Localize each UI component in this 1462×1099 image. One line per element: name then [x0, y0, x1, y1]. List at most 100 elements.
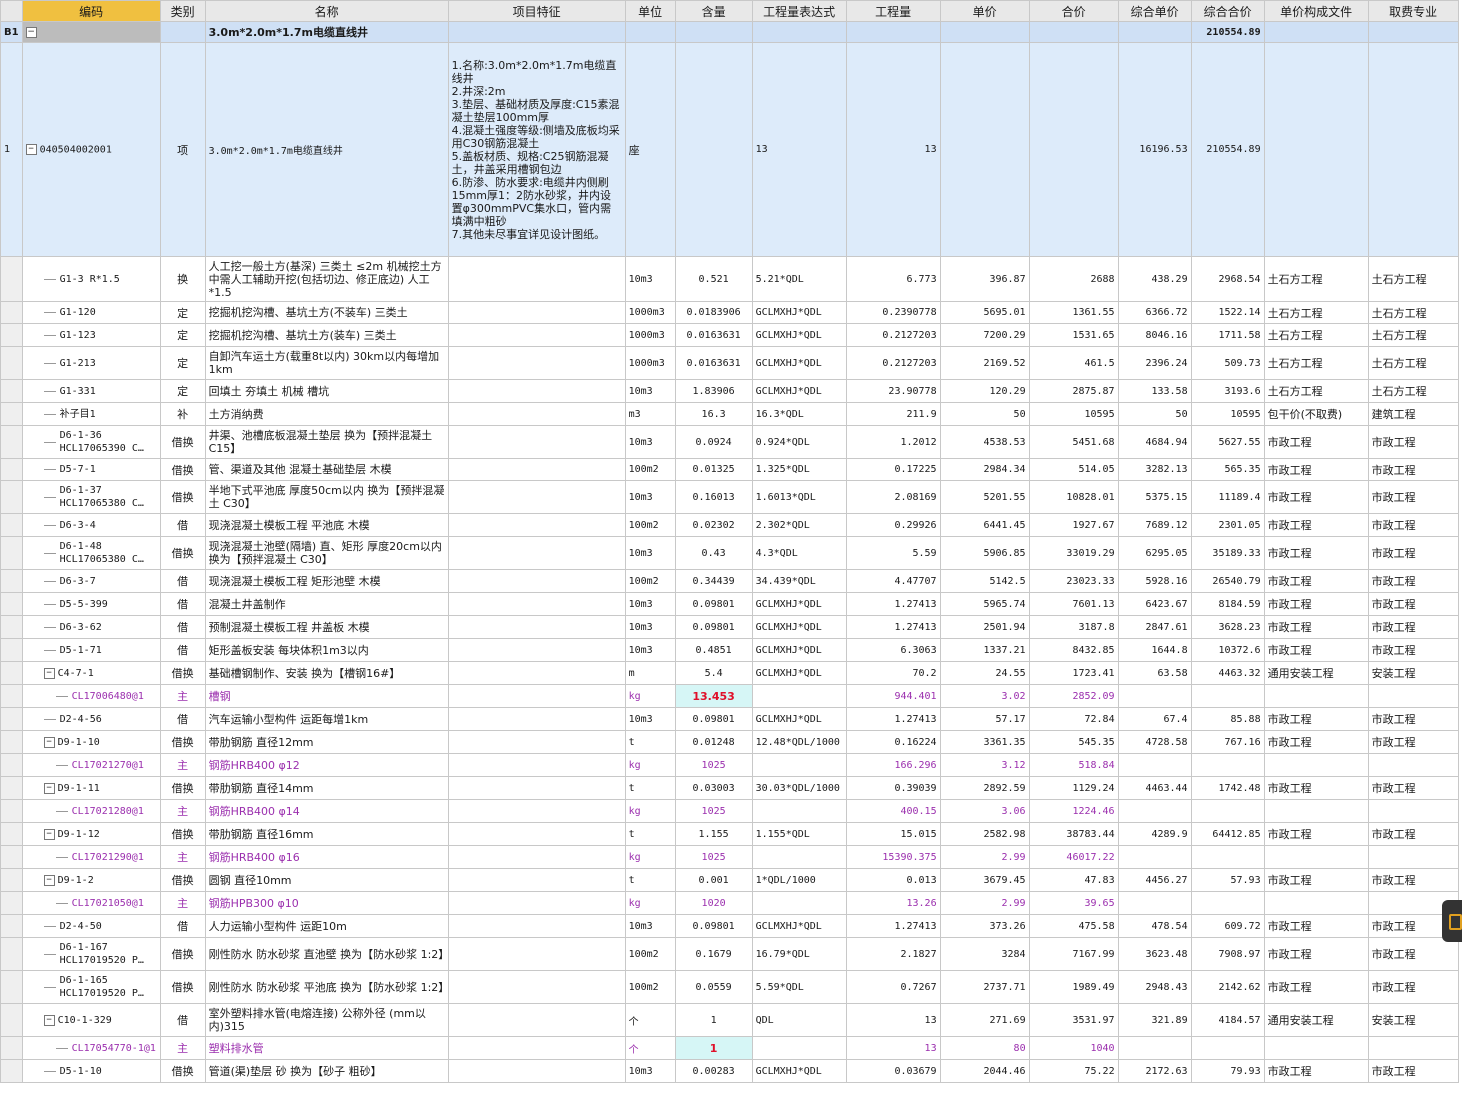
fee-cell[interactable]	[1367, 684, 1459, 708]
code-cell[interactable]: CL17054770-1@1	[21, 1036, 161, 1060]
collapse-toggle-icon[interactable]: −	[43, 1014, 55, 1026]
feature-cell[interactable]	[447, 1059, 626, 1083]
name-cell[interactable]: 挖掘机挖沟槽、基坑土方(不装车) 三类土	[204, 301, 449, 324]
file-cell[interactable]: 市政工程	[1263, 615, 1369, 639]
code-cell[interactable]: − C4-7-1	[21, 661, 161, 685]
unit-cell[interactable]: 10m3	[624, 615, 676, 639]
file-cell[interactable]: 市政工程	[1263, 480, 1369, 514]
feature-cell[interactable]	[447, 845, 626, 869]
name-cell[interactable]: 混凝土井盖制作	[204, 592, 449, 616]
file-cell[interactable]: 市政工程	[1263, 536, 1369, 570]
code-cell[interactable]: D6-3-7	[21, 569, 161, 593]
feature-cell[interactable]	[447, 753, 626, 777]
fee-cell[interactable]: 市政工程	[1367, 615, 1459, 639]
quota-row[interactable]: − D9-1-2 借换 圆钢 直径10mm t 0.001 1*QDL/1000 0.013 3…	[0, 868, 1459, 892]
quota-row[interactable]: D5-1-10 借换 管道(渠)垫层 砂 换为【砂子 粗砂】 10m3 0.00283 G…	[0, 1059, 1459, 1083]
file-cell[interactable]: 土石方工程	[1263, 256, 1369, 302]
file-cell[interactable]: 市政工程	[1263, 914, 1369, 938]
content-cell[interactable]: 1.83906	[674, 379, 753, 403]
expr-cell[interactable]: 5.21*QDL	[751, 256, 847, 302]
fee-cell[interactable]: 安装工程	[1367, 661, 1459, 685]
feature-cell[interactable]	[447, 256, 626, 302]
file-cell[interactable]: 市政工程	[1263, 970, 1369, 1004]
name-cell[interactable]: 现浇混凝土池壁(隔墙) 直、矩形 厚度20cm以内 换为【预拌混凝土 C30】	[204, 536, 449, 570]
unit-cell[interactable]: 10m3	[624, 707, 676, 731]
code-cell[interactable]: 补子目1	[21, 402, 161, 426]
name-cell[interactable]: 室外塑料排水管(电熔连接) 公称外径 (mm以内)315	[204, 1003, 449, 1037]
file-cell[interactable]: 市政工程	[1263, 458, 1369, 481]
name-cell[interactable]: 钢筋HRB400 φ12	[204, 753, 449, 777]
collapse-toggle-icon[interactable]: −	[25, 143, 37, 155]
name-cell[interactable]: 人工挖一般土方(基深) 三类土 ≤2m 机械挖土方中需人工辅助开挖(包括切边、修…	[204, 256, 449, 302]
item-name[interactable]: 3.0m*2.0m*1.7m电缆直线井	[204, 42, 449, 257]
content-cell[interactable]: 5.4	[674, 661, 753, 685]
content-cell[interactable]: 0.001	[674, 868, 753, 892]
expr-cell[interactable]: 0.924*QDL	[751, 425, 847, 459]
file-cell[interactable]: 市政工程	[1263, 1059, 1369, 1083]
code-cell[interactable]: − C10-1-329	[21, 1003, 161, 1037]
expr-cell[interactable]: GCLMXHJ*QDL	[751, 707, 847, 731]
fee-cell[interactable]	[1367, 799, 1459, 823]
name-cell[interactable]: 回填土 夯填土 机械 槽坑	[204, 379, 449, 403]
material-row[interactable]: CL17021270@1 主钢筋HRB400 φ12 kg 1025 166.296 3.…	[0, 753, 1459, 777]
name-cell[interactable]: 预制混凝土模板工程 井盖板 木模	[204, 615, 449, 639]
file-cell[interactable]: 市政工程	[1263, 707, 1369, 731]
name-cell[interactable]: 矩形盖板安装 每块体积1m3以内	[204, 638, 449, 662]
quota-row[interactable]: − C10-1-329 借室外塑料排水管(电熔连接) 公称外径 (mm以内)315 个…	[0, 1003, 1459, 1037]
file-cell[interactable]: 土石方工程	[1263, 346, 1369, 380]
column-header[interactable]: 综合合价	[1190, 0, 1265, 22]
fee-cell[interactable]: 建筑工程	[1367, 402, 1459, 426]
feature-cell[interactable]	[447, 891, 626, 915]
fee-cell[interactable]: 市政工程	[1367, 536, 1459, 570]
unit-cell[interactable]: 100m2	[624, 569, 676, 593]
expr-cell[interactable]: GCLMXHJ*QDL	[751, 379, 847, 403]
collapse-toggle-icon[interactable]: −	[43, 667, 55, 679]
quota-row[interactable]: G1-331 定回填土 夯填土 机械 槽坑 10m3 1.83906 GCLMXHJ*Q…	[0, 379, 1459, 403]
code-cell[interactable]: − D9-1-11	[21, 776, 161, 800]
feature-cell[interactable]	[447, 301, 626, 324]
quota-row[interactable]: D6-3-7 借现浇混凝土模板工程 矩形池壁 木模 100m2 0.34439 34.4…	[0, 569, 1459, 593]
quota-row[interactable]: G1-213 定自卸汽车运土方(载重8t以内) 30km以内每增加1km 1000m…	[0, 346, 1459, 380]
feature-cell[interactable]	[447, 480, 626, 514]
code-cell[interactable]: D6-1-37 HCL17065380 C…	[21, 480, 161, 514]
content-cell[interactable]: 0.09801	[674, 615, 753, 639]
unit-cell[interactable]: 100m2	[624, 937, 676, 971]
content-cell[interactable]: 1	[674, 1003, 753, 1037]
feature-cell[interactable]	[447, 638, 626, 662]
expr-cell[interactable]: 12.48*QDL/1000	[751, 730, 847, 754]
column-header[interactable]: 综合单价	[1117, 0, 1192, 22]
fee-cell[interactable]: 土石方工程	[1367, 323, 1459, 347]
unit-cell[interactable]: 个	[624, 1003, 676, 1037]
name-cell[interactable]: 半地下式平池底 厚度50cm以内 换为【预拌混凝土 C30】	[204, 480, 449, 514]
quota-row[interactable]: D6-3-4 借现浇混凝土模板工程 平池底 木模 100m2 0.02302 2.302…	[0, 513, 1459, 537]
content-cell[interactable]: 16.3	[674, 402, 753, 426]
quota-row[interactable]: D6-1-48 HCL17065380 C… 借换 现浇混凝土池壁(隔墙) 直、矩形…	[0, 536, 1459, 570]
feature-cell[interactable]	[447, 661, 626, 685]
fee-cell[interactable]: 市政工程	[1367, 592, 1459, 616]
content-cell[interactable]: 1.155	[674, 822, 753, 846]
column-header[interactable]: 编码	[21, 0, 161, 22]
name-cell[interactable]: 带肋钢筋 直径12mm	[204, 730, 449, 754]
name-cell[interactable]: 汽车运输小型构件 运距每增1km	[204, 707, 449, 731]
code-cell[interactable]: − D9-1-2	[21, 868, 161, 892]
code-cell[interactable]: D2-4-56	[21, 707, 161, 731]
feature-cell[interactable]	[447, 684, 626, 708]
expr-cell[interactable]: 34.439*QDL	[751, 569, 847, 593]
code-cell[interactable]: G1-331	[21, 379, 161, 403]
collapse-toggle-icon[interactable]: −	[43, 782, 55, 794]
column-header[interactable]: 合价	[1028, 0, 1119, 22]
feature-cell[interactable]	[447, 799, 626, 823]
feature-cell[interactable]	[447, 1003, 626, 1037]
content-cell[interactable]: 0.34439	[674, 569, 753, 593]
name-cell[interactable]: 现浇混凝土模板工程 平池底 木模	[204, 513, 449, 537]
fee-cell[interactable]: 市政工程	[1367, 425, 1459, 459]
expr-cell[interactable]: 16.3*QDL	[751, 402, 847, 426]
content-cell[interactable]: 0.43	[674, 536, 753, 570]
expr-cell[interactable]: GCLMXHJ*QDL	[751, 301, 847, 324]
content-cell[interactable]: 1025	[674, 753, 753, 777]
fee-cell[interactable]: 土石方工程	[1367, 346, 1459, 380]
unit-cell[interactable]: 10m3	[624, 1059, 676, 1083]
unit-cell[interactable]: 10m3	[624, 256, 676, 302]
code-cell[interactable]: CL17006480@1	[21, 684, 161, 708]
file-cell[interactable]	[1263, 799, 1369, 823]
